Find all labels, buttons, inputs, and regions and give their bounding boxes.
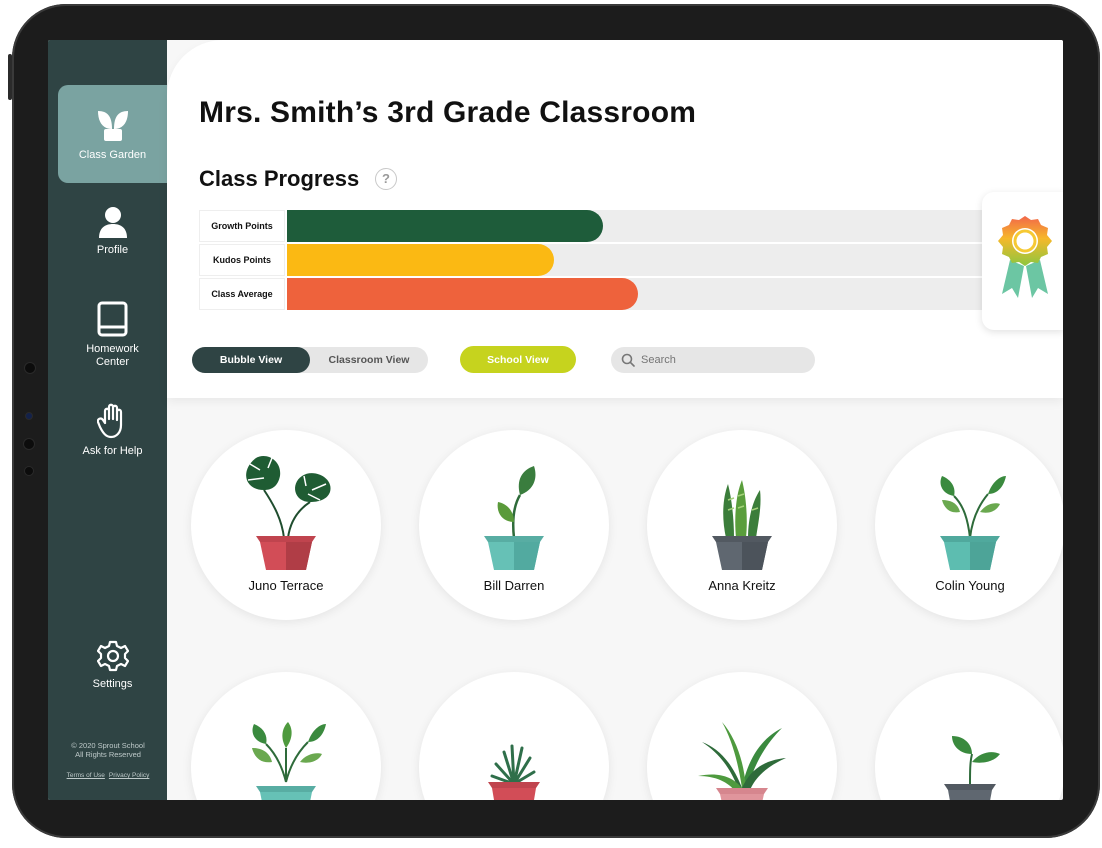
- progress-label: Kudos Points: [199, 244, 285, 276]
- student-bubble[interactable]: Anna Kreitz: [647, 430, 837, 620]
- sidebar-item-label: Class Garden: [78, 148, 147, 161]
- camera-lens: [25, 412, 33, 420]
- sidebar-item-profile[interactable]: Profile: [58, 188, 167, 274]
- succulent-plant-icon: [488, 744, 540, 800]
- progress-track: [287, 278, 989, 310]
- progress-label: Class Average: [199, 278, 285, 310]
- student-bubble[interactable]: [647, 672, 837, 800]
- sensor-dot: [23, 438, 35, 450]
- kudos-points-bar: [287, 244, 554, 276]
- search-icon: [621, 353, 635, 367]
- sidebar-item-label: Ask for Help: [82, 444, 143, 457]
- sidebar-item-settings[interactable]: Settings: [58, 625, 167, 705]
- award-ribbon-icon: [998, 216, 1052, 298]
- sensor-dot-small: [24, 466, 34, 476]
- student-name: Juno Terrace: [248, 578, 324, 593]
- progress-row-kudos: Kudos Points: [199, 244, 989, 276]
- student-bubble[interactable]: [191, 672, 381, 800]
- leafy-bush-icon: [252, 722, 326, 800]
- student-name: Bill Darren: [483, 578, 545, 593]
- progress-row-average: Class Average: [199, 278, 989, 310]
- app-screen: Class Garden Profile Homework Center Ask…: [48, 40, 1063, 800]
- progress-track: [287, 244, 989, 276]
- book-icon: [97, 301, 127, 337]
- school-view-button[interactable]: School View: [460, 346, 576, 373]
- bubble-view-button[interactable]: Bubble View: [192, 347, 310, 373]
- search-bar[interactable]: [611, 347, 815, 373]
- sprout-plant-icon: [484, 466, 544, 570]
- sidebar-item-label: Homework Center: [86, 343, 139, 368]
- camera-dot: [24, 362, 36, 374]
- help-icon[interactable]: ?: [375, 168, 397, 190]
- award-card[interactable]: [982, 192, 1063, 330]
- volume-button: [8, 54, 12, 100]
- monstera-plant-icon: [246, 456, 331, 570]
- classroom-view-button[interactable]: Classroom View: [310, 347, 428, 373]
- view-toggle: Bubble View Classroom View: [192, 347, 428, 373]
- legal-links: Terms of Use Privacy Policy: [56, 772, 160, 779]
- raised-hand-icon: [96, 403, 122, 438]
- sidebar-item-label: Settings: [92, 677, 133, 690]
- spider-plant-icon: [698, 722, 786, 800]
- gear-icon: [96, 640, 129, 671]
- page-title: Mrs. Smith’s 3rd Grade Classroom: [199, 96, 697, 129]
- student-bubble[interactable]: [875, 672, 1063, 800]
- student-bubble[interactable]: [419, 672, 609, 800]
- leafy-plant-icon: [940, 476, 1006, 570]
- class-header-panel: Mrs. Smith’s 3rd Grade Classroom Class P…: [167, 40, 1063, 398]
- privacy-policy-link[interactable]: Privacy Policy: [109, 772, 149, 779]
- class-average-bar: [287, 278, 638, 310]
- sidebar: Class Garden Profile Homework Center Ask…: [48, 40, 167, 800]
- progress-track: [287, 210, 989, 242]
- progress-label: Growth Points: [199, 210, 285, 242]
- progress-row-growth: Growth Points: [199, 210, 989, 242]
- sprout-icon: [97, 110, 128, 141]
- snake-plant-icon: [712, 480, 772, 570]
- sidebar-item-class-garden[interactable]: Class Garden: [58, 85, 167, 183]
- student-bubble[interactable]: Juno Terrace: [191, 430, 381, 620]
- student-bubble[interactable]: Colin Young: [875, 430, 1063, 620]
- student-name: Colin Young: [935, 578, 1005, 593]
- seedling-plant-icon: [944, 736, 1000, 800]
- student-name: Anna Kreitz: [708, 578, 776, 593]
- user-icon: [98, 206, 127, 238]
- terms-of-use-link[interactable]: Terms of Use: [67, 772, 105, 779]
- progress-bars: Growth Points Kudos Points Class Average: [199, 210, 989, 312]
- sidebar-item-ask-for-help[interactable]: Ask for Help: [58, 390, 167, 470]
- copyright-text: © 2020 Sprout School All Rights Reserved: [71, 741, 145, 759]
- sidebar-item-homework-center[interactable]: Homework Center: [58, 285, 167, 385]
- growth-points-bar: [287, 210, 603, 242]
- student-bubble[interactable]: Bill Darren: [419, 430, 609, 620]
- progress-heading: Class Progress: [199, 166, 360, 191]
- search-input[interactable]: [641, 354, 801, 366]
- sidebar-item-label: Profile: [96, 243, 129, 256]
